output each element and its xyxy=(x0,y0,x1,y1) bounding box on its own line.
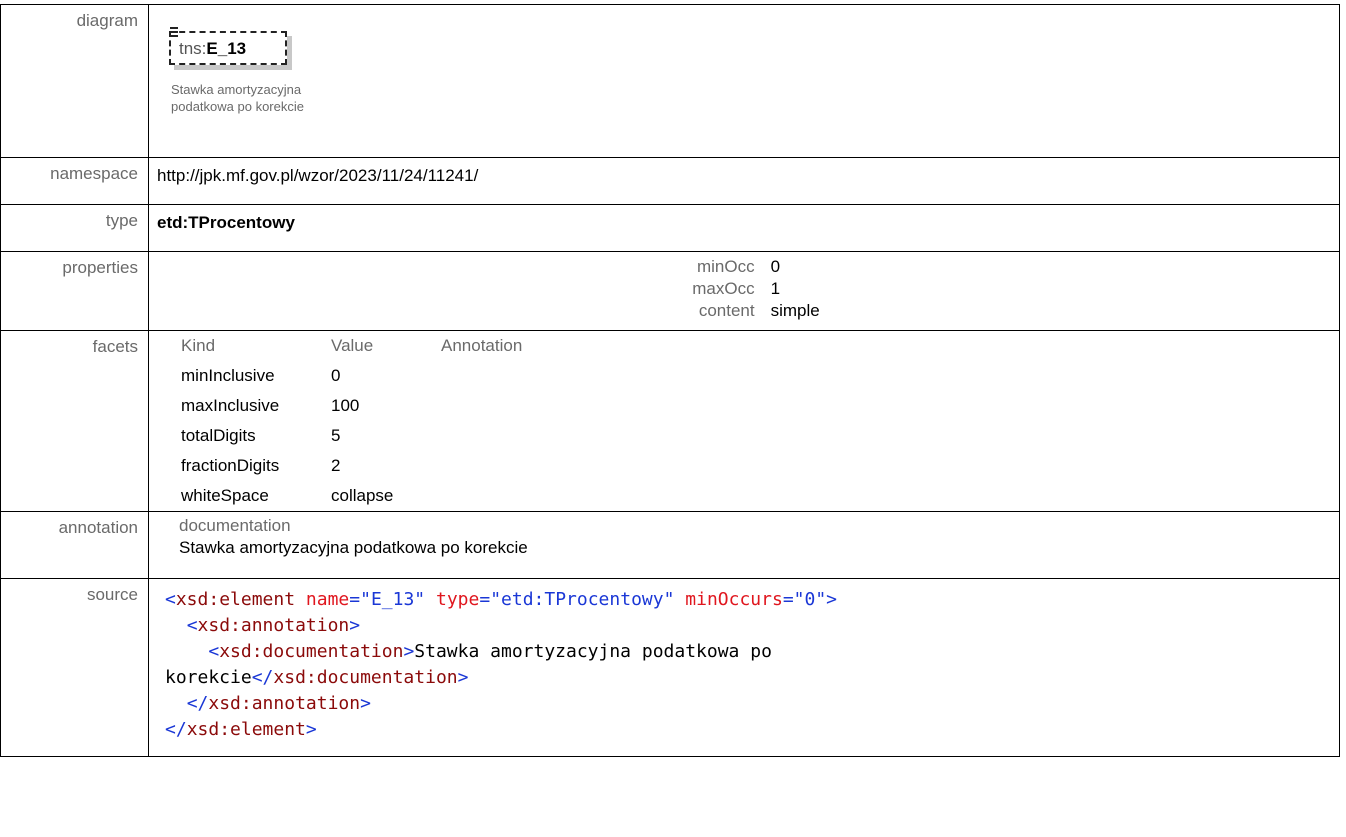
xsd-doc-page: diagram tns:E_13 Stawka amortyzacyjna po… xyxy=(0,0,1346,837)
row-label: properties xyxy=(0,251,149,331)
row-label: type xyxy=(0,204,149,252)
source-line: <xsd:documentation>Stawka amortyzacyjna … xyxy=(208,641,772,662)
element-doc-table: diagram tns:E_13 Stawka amortyzacyjna po… xyxy=(0,4,1340,757)
facet-kind: fractionDigits xyxy=(181,456,280,475)
facet-row: fractionDigits 2 xyxy=(181,455,1333,477)
source-line: </xsd:element> xyxy=(165,719,317,740)
row-properties: properties minOcc 0 maxOcc 1 content sim… xyxy=(0,251,1340,331)
facet-row: totalDigits 5 xyxy=(181,425,1333,447)
row-facets: facets Kind Value Annotation minInclusiv… xyxy=(0,330,1340,512)
row-namespace: namespace http://jpk.mf.gov.pl/wzor/2023… xyxy=(0,157,1340,205)
property-value: 1 xyxy=(770,279,781,298)
facet-kind: totalDigits xyxy=(181,426,256,445)
facet-value: 0 xyxy=(331,366,341,385)
facets-header: Kind Value Annotation xyxy=(181,335,1333,357)
facet-value: collapse xyxy=(331,486,394,505)
namespace-value: http://jpk.mf.gov.pl/wzor/2023/11/24/112… xyxy=(157,166,479,185)
caption-line: podatkowa po korekcie xyxy=(171,99,304,114)
type-link[interactable]: etd:TProcentowy xyxy=(157,209,295,233)
documentation-icon xyxy=(170,27,180,37)
element-local-name: E_13 xyxy=(206,39,247,58)
element-caption: Stawka amortyzacyjna podatkowa po korekc… xyxy=(171,81,341,115)
element-name: tns:E_13 xyxy=(179,39,246,59)
element-diagram[interactable]: tns:E_13 Stawka amortyzacyjna podatkowa … xyxy=(163,19,323,129)
row-label: namespace xyxy=(0,157,149,205)
facet-header-value: Value xyxy=(331,336,374,355)
facet-kind: minInclusive xyxy=(181,366,275,385)
facet-kind: maxInclusive xyxy=(181,396,280,415)
facets-table: Kind Value Annotation minInclusive 0 max… xyxy=(181,335,1333,507)
facet-header-kind: Kind xyxy=(181,336,216,355)
facet-value: 5 xyxy=(331,426,341,445)
property-value: simple xyxy=(770,301,820,320)
property-value: 0 xyxy=(770,257,781,276)
facet-value: 100 xyxy=(331,396,360,415)
row-diagram: diagram tns:E_13 Stawka amortyzacyjna po… xyxy=(0,4,1340,158)
properties-grid: minOcc 0 maxOcc 1 content simple xyxy=(179,256,1333,322)
row-label: annotation xyxy=(0,511,149,579)
source-line: <xsd:annotation> xyxy=(186,615,361,636)
annotation-text: Stawka amortyzacyjna podatkowa po korekc… xyxy=(179,538,528,557)
row-source: source <xsd:element name="E_13" type="et… xyxy=(0,578,1340,757)
property-key: content xyxy=(698,301,755,320)
property-key: minOcc xyxy=(696,257,755,276)
source-line: </xsd:annotation> xyxy=(186,693,371,714)
facet-kind: whiteSpace xyxy=(181,486,269,505)
annotation-kind: documentation xyxy=(179,516,291,535)
facet-row: whiteSpace collapse xyxy=(181,485,1333,507)
source-line: <xsd:element name="E_13" type="etd:TProc… xyxy=(165,589,838,610)
property-key: maxOcc xyxy=(692,279,755,298)
facet-row: minInclusive 0 xyxy=(181,365,1333,387)
element-box[interactable]: tns:E_13 xyxy=(169,27,287,65)
facet-row: maxInclusive 100 xyxy=(181,395,1333,417)
source-line: korekcie</xsd:documentation> xyxy=(165,667,469,688)
caption-line: Stawka amortyzacyjna xyxy=(171,82,302,97)
facet-value: 2 xyxy=(331,456,341,475)
row-label: facets xyxy=(0,330,149,512)
row-type: type etd:TProcentowy xyxy=(0,204,1340,252)
namespace-prefix: tns: xyxy=(179,39,207,58)
row-label: source xyxy=(0,578,149,757)
source-code[interactable]: <xsd:element name="E_13" type="etd:TProc… xyxy=(165,587,1333,743)
row-annotation: annotation documentation Stawka amortyza… xyxy=(0,511,1340,579)
row-label: diagram xyxy=(0,4,149,158)
facet-header-annotation: Annotation xyxy=(441,336,523,355)
